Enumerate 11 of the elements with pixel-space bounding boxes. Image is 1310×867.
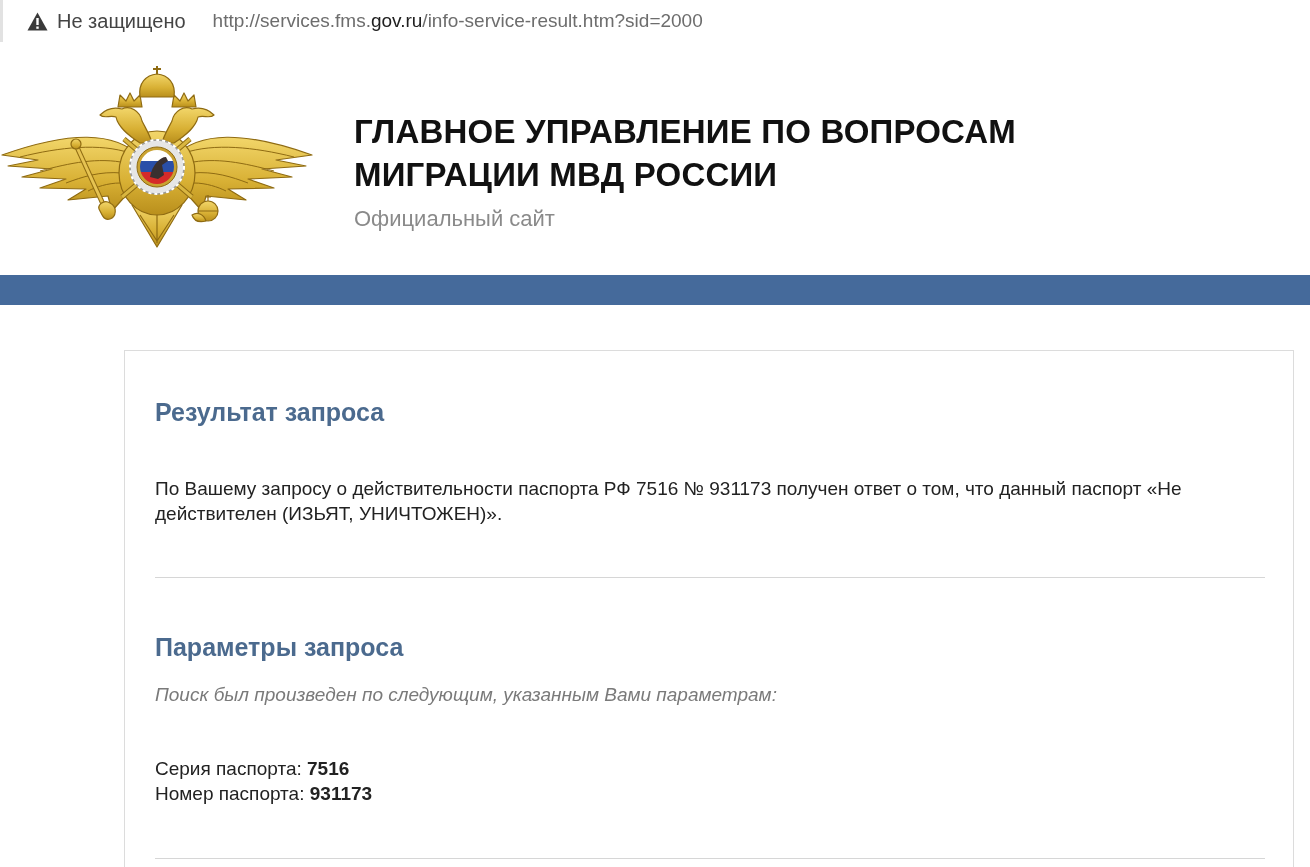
warning-icon bbox=[27, 11, 48, 31]
site-title: ГЛАВНОЕ УПРАВЛЕНИЕ ПО ВОПРОСАМ МИГРАЦИИ МВД РОССИИ bbox=[354, 112, 1017, 195]
result-text: По Вашему запросу о действительности паспорта РФ 7516 № 931173 получен ответ о том, что данный паспорт «Не действителен (ИЗЬЯТ, УНИЧТОЖЕН)». bbox=[155, 477, 1183, 526]
parameter-line: Номер паспорта: 931173 bbox=[155, 782, 374, 806]
address-field[interactable]: http://services.fms.gov.ru/info-service-result.htm?sid=2000 bbox=[212, 10, 703, 32]
search-note-text: Поиск был произведен по следующим, указанным Вами параметрам: bbox=[155, 683, 778, 707]
site-subtitle: Официальный сайт bbox=[354, 206, 556, 232]
section-heading: Результат запроса bbox=[155, 397, 386, 427]
parameter-line: Серия паспорта: 7516 bbox=[155, 757, 351, 781]
security-button[interactable]: Не защищено bbox=[27, 9, 186, 33]
section-heading: Параметры запроса bbox=[155, 632, 405, 662]
